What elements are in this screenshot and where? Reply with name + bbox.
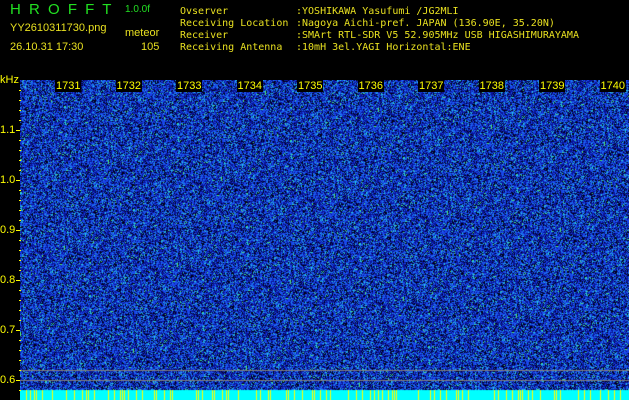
y-unit-label: kHz: [0, 74, 19, 86]
y-tick: [19, 360, 21, 361]
y-tick: [19, 220, 21, 221]
y-tick: [19, 140, 21, 141]
station-label: Ovserver: [180, 6, 229, 17]
time-tick-label: 1739: [539, 80, 566, 92]
y-tick: [16, 280, 20, 281]
station-value: :YOSHIKAWA Yasufumi /JG2MLI: [296, 6, 459, 17]
y-tick: [16, 130, 20, 131]
y-tick: [19, 100, 21, 101]
y-tick: [19, 150, 21, 151]
y-tick: [19, 110, 21, 111]
time-tick-label: 1737: [418, 80, 445, 92]
station-label: Receiving Location: [180, 18, 289, 29]
y-tick: [19, 200, 21, 201]
y-tick: [19, 340, 21, 341]
time-tick-label: 1732: [115, 80, 142, 92]
y-tick: [19, 270, 21, 271]
y-tick: [19, 210, 21, 211]
y-tick: [19, 160, 21, 161]
time-tick-label: 1734: [236, 80, 263, 92]
mode-label: meteor: [125, 27, 160, 39]
station-value: :Nagoya Aichi-pref. JAPAN (136.90E, 35.2…: [296, 18, 555, 29]
y-tick: [16, 180, 20, 181]
y-tick-label: 0.6: [0, 374, 16, 386]
y-tick: [16, 330, 20, 331]
y-tick-label: 0.8: [0, 274, 16, 286]
station-value: :10mH 3el.YAGI Horizontal:ENE: [296, 42, 471, 53]
station-value: :SMArt RTL-SDR V5 52.905MHz USB HIGASHIM…: [296, 30, 579, 41]
time-tick-label: 1738: [478, 80, 505, 92]
y-tick-label: 1.1: [0, 124, 16, 136]
y-tick: [16, 230, 20, 231]
datetime-label: 26.10.31 17:30: [10, 41, 84, 53]
y-tick: [19, 320, 21, 321]
time-tick-label: 1735: [297, 80, 324, 92]
station-label: Receiving Antenna: [180, 42, 283, 53]
version-label: 1.0.0f: [125, 4, 151, 15]
y-tick: [19, 250, 21, 251]
y-tick: [19, 350, 21, 351]
count-label: 105: [141, 41, 160, 53]
y-tick-label: 0.7: [0, 324, 16, 336]
y-tick: [19, 190, 21, 191]
y-tick: [19, 90, 21, 91]
y-tick: [19, 370, 21, 371]
y-tick: [19, 310, 21, 311]
y-tick: [19, 290, 21, 291]
y-tick: [19, 260, 21, 261]
time-tick-label: 1731: [55, 80, 82, 92]
y-tick: [16, 380, 20, 381]
time-tick-label: 1740: [599, 80, 626, 92]
y-tick: [19, 240, 21, 241]
y-tick: [19, 170, 21, 171]
y-tick-label: 0.9: [0, 224, 16, 236]
y-tick: [19, 120, 21, 121]
filename-label: YY2610311730.png: [10, 22, 107, 34]
brand-title: H R O F F T: [10, 1, 114, 18]
y-tick: [19, 300, 21, 301]
y-tick-label: 1.0: [0, 174, 16, 186]
time-tick-label: 1736: [357, 80, 384, 92]
station-label: Receiver: [180, 30, 229, 41]
time-tick-label: 1733: [176, 80, 203, 92]
y-tick: [19, 390, 21, 391]
spectrogram: [20, 80, 629, 400]
